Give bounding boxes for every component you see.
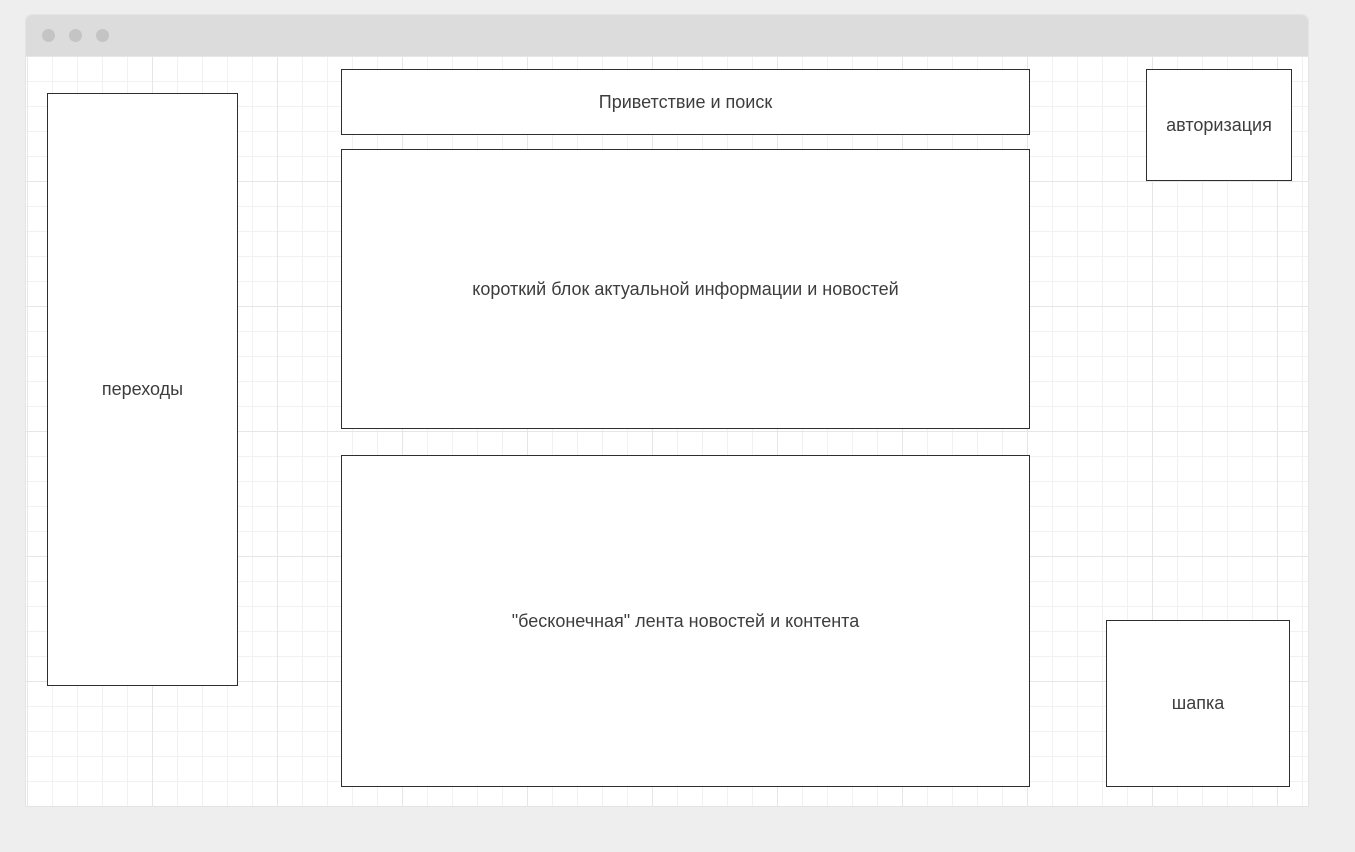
navigation-block[interactable]: переходы: [47, 93, 238, 686]
news-short-block[interactable]: короткий блок актуальной информации и но…: [341, 149, 1030, 429]
header-block[interactable]: шапка: [1106, 620, 1290, 787]
window-minimize-dot-icon[interactable]: [69, 29, 82, 42]
feed-block[interactable]: "бесконечная" лента новостей и контента: [341, 455, 1030, 787]
window-maximize-dot-icon[interactable]: [96, 29, 109, 42]
greeting-search-label: Приветствие и поиск: [598, 91, 773, 112]
authorization-label: авторизация: [1166, 114, 1272, 135]
header-label: шапка: [1171, 693, 1225, 713]
authorization-block[interactable]: авторизация: [1146, 69, 1292, 181]
news-short-label: короткий блок актуальной информации и но…: [472, 278, 899, 299]
greeting-search-block[interactable]: Приветствие и поиск: [341, 69, 1030, 135]
window-titlebar: [26, 15, 1308, 56]
window-close-dot-icon[interactable]: [42, 29, 55, 42]
navigation-label: переходы: [101, 379, 184, 399]
feed-label: "бесконечная" лента новостей и контента: [511, 610, 860, 631]
